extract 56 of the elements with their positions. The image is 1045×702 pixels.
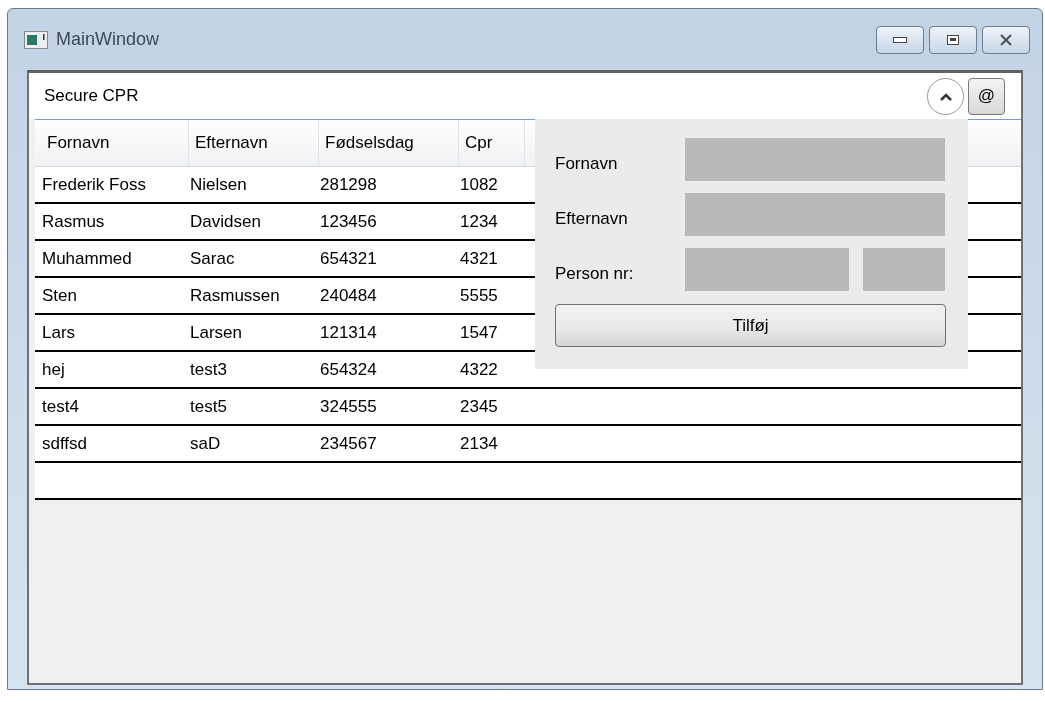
table-cell-text: Nielsen [189,173,248,196]
at-button[interactable]: @ [968,77,1005,115]
column-header[interactable]: Efternavn [189,120,319,166]
table-cell-text: test3 [189,358,228,381]
field-label: Fornavn [555,152,619,175]
maximize-button[interactable] [929,25,977,54]
table-cell-text: Lars [41,321,77,344]
table-cell-text: Rasmus [41,210,106,233]
maximize-icon [947,34,959,45]
table-cell-text: test5 [189,395,228,418]
table-cell-text: 1234 [459,210,499,233]
table-cell-text: 234567 [319,432,378,455]
table-cell-text: sdffsd [41,432,89,455]
add-button[interactable]: Tilføj [555,304,946,347]
column-header[interactable]: Cpr [459,120,525,166]
text-field[interactable] [863,248,945,291]
collapse-button[interactable] [927,77,964,115]
text-field[interactable] [685,193,945,236]
table-cell-text: 123456 [319,210,378,233]
window-title: MainWindow [56,28,160,51]
column-header[interactable]: Fødselsdag [319,120,459,166]
close-icon [999,33,1013,46]
app-icon [24,30,48,49]
column-header[interactable]: Fornavn [41,120,189,166]
field-label: Person nr: [555,262,635,285]
table-cell-text: 240484 [319,284,378,307]
table-cell-text: Frederik Foss [41,173,147,196]
table-cell-text: 281298 [319,173,378,196]
table-cell-text: 1547 [459,321,499,344]
chevron-up-icon [938,91,953,101]
table-cell-text: 324555 [319,395,378,418]
field-label: Efternavn [555,207,629,230]
minimize-icon [893,36,907,43]
table-cell-text: 1082 [459,173,499,196]
table-cell-text: 121314 [319,321,378,344]
table-cell-text: 5555 [459,284,499,307]
table-cell-text: Muhammed [41,247,133,270]
table-cell-text: 4322 [459,358,499,381]
table-cell-text: 654321 [319,247,378,270]
table-cell-text: Sarac [189,247,236,270]
table-cell-text: Rasmussen [189,284,281,307]
text-field[interactable] [685,138,945,181]
table-cell-text: 654324 [319,358,378,381]
text-field[interactable] [685,248,849,291]
section-title: Secure CPR [44,85,139,108]
table-cell-text: 2345 [459,395,499,418]
table-cell-text: Sten [41,284,78,307]
table-cell-text: test4 [41,395,80,418]
table-cell-text: Davidsen [189,210,262,233]
table-cell-text: saD [189,432,222,455]
minimize-button[interactable] [876,25,924,54]
table-cell-text: 4321 [459,247,499,270]
table-cell-text: hej [41,358,66,381]
close-button[interactable] [982,25,1030,54]
table-cell-text: Larsen [189,321,243,344]
table-cell-text: 2134 [459,432,499,455]
